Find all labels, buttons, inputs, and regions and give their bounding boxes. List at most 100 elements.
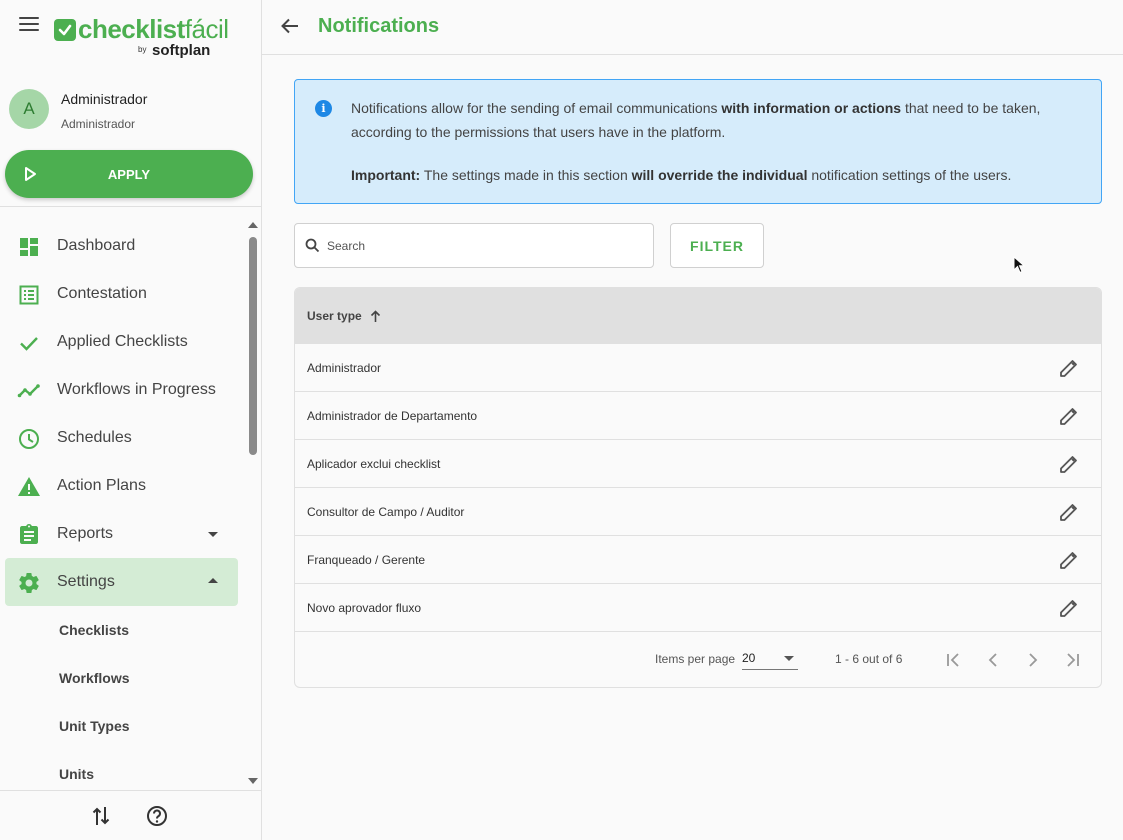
page-range-label: 1 - 6 out of 6	[835, 652, 903, 666]
info-text-part: The settings made in this section	[420, 167, 632, 183]
logo-check-icon	[54, 18, 76, 41]
first-page-icon[interactable]	[941, 648, 965, 672]
sidebar-subitem-workflows[interactable]: Workflows	[5, 654, 238, 702]
sidebar-item-label: Reports	[57, 525, 114, 542]
user-role: Administrador	[61, 117, 136, 131]
divider	[0, 206, 261, 207]
table-row[interactable]: Aplicador exclui checklist	[295, 440, 1101, 488]
cell-user-type: Administrador	[307, 360, 382, 375]
warning-icon	[18, 477, 40, 496]
info-text-bold: with information or actions	[721, 100, 902, 116]
sidebar-item-workflows-in-progress[interactable]: Workflows in Progress	[5, 366, 238, 414]
check-icon	[20, 337, 38, 351]
items-per-page-select[interactable]: 20	[742, 648, 798, 670]
menu-icon[interactable]	[19, 17, 39, 33]
pencil-icon[interactable]	[1059, 454, 1079, 474]
sidebar-item-label: Contestation	[57, 285, 147, 302]
swap-vertical-icon[interactable]	[91, 805, 111, 827]
cell-user-type: Novo aprovador fluxo	[307, 600, 422, 615]
logo-name-accent: fácil	[184, 14, 229, 44]
items-per-page-value: 20	[742, 651, 756, 665]
info-text: Notifications allow for the sending of e…	[351, 96, 1091, 187]
apply-button-label: APPLY	[107, 166, 151, 182]
brand-logo: checklist fácil by softplan	[54, 14, 239, 60]
info-text-part: notification settings of the users.	[807, 167, 1012, 183]
cell-user-type: Franqueado / Gerente	[307, 552, 426, 567]
sidebar-item-contestation[interactable]: Contestation	[5, 270, 238, 318]
list-box-icon	[19, 285, 39, 305]
dropdown-arrow-icon	[784, 656, 794, 661]
scroll-up-arrow-icon[interactable]	[248, 222, 258, 228]
sidebar-item-label: Applied Checklists	[57, 333, 188, 350]
sidebar-nav: Dashboard Contestation Applied Checklist…	[5, 222, 238, 798]
user-name: Administrador	[61, 91, 148, 107]
play-icon	[25, 167, 36, 181]
pencil-icon[interactable]	[1059, 406, 1079, 426]
sidebar-footer	[0, 790, 261, 840]
sidebar-item-dashboard[interactable]: Dashboard	[5, 222, 238, 270]
table-row[interactable]: Novo aprovador fluxo	[295, 584, 1101, 632]
user-types-table: User type Administrador Administrador de…	[294, 287, 1102, 688]
previous-page-icon[interactable]	[981, 648, 1005, 672]
avatar: A	[9, 89, 49, 129]
sidebar-item-action-plans[interactable]: Action Plans	[5, 462, 238, 510]
table-header[interactable]: User type	[295, 288, 1101, 344]
scroll-thumb[interactable]	[249, 237, 257, 455]
trend-icon	[17, 384, 40, 398]
info-text-bold: will override the individual	[631, 167, 808, 183]
cell-user-type: Aplicador exclui checklist	[307, 456, 441, 471]
scroll-down-arrow-icon[interactable]	[248, 778, 258, 784]
next-page-icon[interactable]	[1021, 648, 1045, 672]
cell-user-type: Administrador de Departamento	[307, 408, 478, 423]
table-row[interactable]: Consultor de Campo / Auditor	[295, 488, 1101, 536]
pencil-icon[interactable]	[1059, 598, 1079, 618]
logo-by: by	[138, 45, 147, 54]
arrow-up-icon[interactable]	[370, 309, 381, 323]
sidebar-item-label: Dashboard	[57, 237, 136, 254]
search-icon	[305, 238, 320, 253]
sidebar-item-settings[interactable]: Settings	[5, 558, 238, 606]
dashboard-icon	[20, 238, 38, 256]
sidebar-item-label: Action Plans	[57, 477, 146, 494]
pencil-icon[interactable]	[1059, 358, 1079, 378]
gear-icon	[19, 573, 39, 594]
sidebar-subitem-checklists[interactable]: Checklists	[5, 606, 238, 654]
mouse-cursor-icon	[1013, 256, 1025, 274]
sidebar-item-schedules[interactable]: Schedules	[5, 414, 238, 462]
logo-name-main: checklist	[78, 14, 185, 44]
page-header: Notifications	[262, 0, 1123, 55]
pencil-icon[interactable]	[1059, 550, 1079, 570]
last-page-icon[interactable]	[1061, 648, 1085, 672]
search-box[interactable]	[294, 223, 654, 268]
help-icon[interactable]	[146, 805, 168, 827]
column-header-user-type[interactable]: User type	[307, 309, 362, 323]
pencil-icon[interactable]	[1059, 502, 1079, 522]
logo-company: softplan	[152, 42, 211, 59]
clock-icon	[19, 429, 39, 449]
info-text-part: Notifications allow for the sending of e…	[351, 100, 722, 116]
info-text-bold: Important:	[351, 167, 421, 183]
filter-button[interactable]: FILTER	[670, 223, 764, 268]
arrow-back-icon[interactable]	[280, 16, 300, 36]
info-icon: i	[315, 100, 332, 117]
table-body: Administrador Administrador de Departame…	[295, 344, 1101, 632]
cell-user-type: Consultor de Campo / Auditor	[307, 504, 465, 519]
sidebar-item-label: Schedules	[57, 429, 132, 446]
sidebar-item-label: Settings	[57, 573, 115, 590]
search-input[interactable]	[327, 234, 637, 258]
table-row[interactable]: Administrador	[295, 344, 1101, 392]
table-row[interactable]: Administrador de Departamento	[295, 392, 1101, 440]
sidebar-item-label: Workflows in Progress	[57, 381, 216, 398]
sidebar-item-applied-checklists[interactable]: Applied Checklists	[5, 318, 238, 366]
user-profile[interactable]: A Administrador Administrador	[9, 89, 254, 133]
sidebar-scrollbar[interactable]	[248, 222, 258, 784]
page-title: Notifications	[318, 15, 440, 37]
sidebar-item-reports[interactable]: Reports	[5, 510, 238, 558]
sidebar-subitem-unit-types[interactable]: Unit Types	[5, 702, 238, 750]
apply-button[interactable]: APPLY	[5, 150, 253, 198]
info-banner: i Notifications allow for the sending of…	[294, 79, 1102, 204]
paginator: Items per page 20 1 - 6 out of 6	[295, 632, 1101, 687]
items-per-page-label: Items per page	[655, 652, 736, 666]
sidebar: checklist fácil by softplan A Administrad…	[0, 0, 262, 840]
table-row[interactable]: Franqueado / Gerente	[295, 536, 1101, 584]
